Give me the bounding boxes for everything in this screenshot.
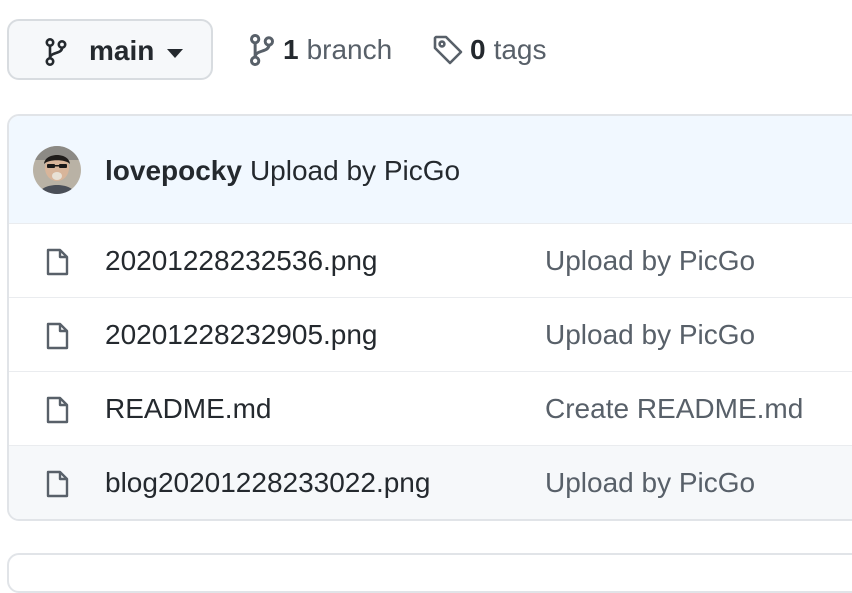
git-branch-icon <box>45 38 67 66</box>
file-name-link[interactable]: 20201228232905.png <box>105 318 378 352</box>
tag-count: 0 <box>470 34 486 65</box>
file-icon <box>45 396 69 424</box>
file-commit-message-link[interactable]: Upload by PicGo <box>545 244 755 278</box>
file-commit-message-link[interactable]: Create README.md <box>545 392 803 426</box>
latest-commit-header: lovepocky Upload by PicGo <box>9 116 852 225</box>
file-commit-message-link[interactable]: Upload by PicGo <box>545 318 755 352</box>
file-icon <box>45 322 69 350</box>
file-icon <box>45 470 69 498</box>
git-branch-icon <box>249 34 275 66</box>
branch-count-label: branch <box>306 34 393 65</box>
file-row: README.md Create README.md <box>9 371 852 446</box>
branch-name: main <box>89 35 155 66</box>
tags-link[interactable]: 0 tags <box>432 33 547 67</box>
tag-icon <box>432 34 464 66</box>
branches-link[interactable]: 1 branch <box>249 33 392 67</box>
file-row: 20201228232905.png Upload by PicGo <box>9 297 852 372</box>
file-list: lovepocky Upload by PicGo 20201228232536.… <box>7 114 852 521</box>
commit-message-link[interactable]: Upload by PicGo <box>250 155 460 186</box>
file-name-link[interactable]: 20201228232536.png <box>105 244 378 278</box>
tag-count-label: tags <box>493 34 547 65</box>
file-commit-message-link[interactable]: Upload by PicGo <box>545 466 755 500</box>
file-name-link[interactable]: README.md <box>105 392 271 426</box>
file-icon <box>45 248 69 276</box>
caret-down-icon <box>167 49 183 58</box>
commit-author-link[interactable]: lovepocky <box>105 155 242 186</box>
branch-selector-button[interactable]: main <box>7 19 213 80</box>
file-name-link[interactable]: blog20201228233022.png <box>105 466 430 500</box>
readme-box <box>7 553 852 593</box>
branch-count: 1 <box>283 34 299 65</box>
avatar[interactable] <box>33 146 81 194</box>
file-row: 20201228232536.png Upload by PicGo <box>9 223 852 298</box>
file-row: blog20201228233022.png Upload by PicGo <box>9 445 852 519</box>
